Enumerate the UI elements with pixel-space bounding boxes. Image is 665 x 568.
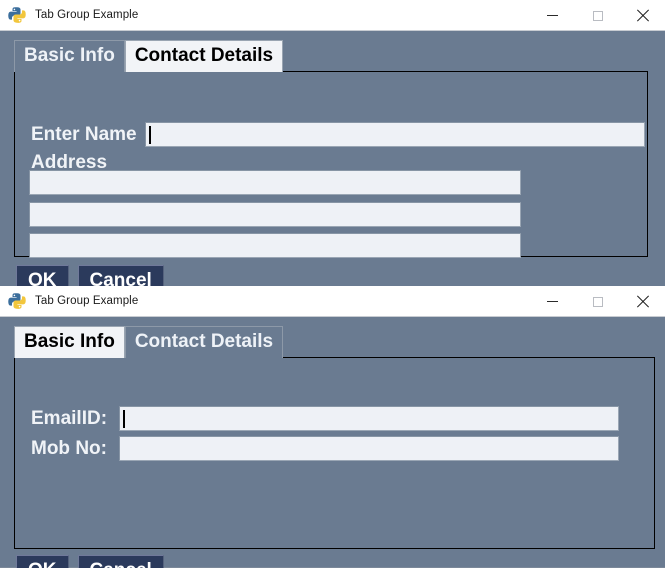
- field-row-enter-name: Enter Name: [31, 122, 645, 147]
- tabstrip-2: Basic Info Contact Details: [14, 326, 284, 358]
- window-body-2: Basic Info Contact Details EmailID: Mob …: [0, 317, 665, 568]
- desktop-screen: Tab Group Example Basic Info Contact Det…: [0, 0, 665, 568]
- window-body-1: Basic Info Contact Details Enter Name Ad…: [0, 31, 665, 286]
- minimize-icon: [547, 301, 558, 302]
- close-button[interactable]: [620, 0, 665, 31]
- maximize-icon: [592, 296, 603, 307]
- minimize-button[interactable]: [530, 286, 575, 317]
- maximize-button[interactable]: [575, 286, 620, 317]
- window-title: Tab Group Example: [35, 295, 139, 307]
- ok-button[interactable]: OK: [16, 265, 69, 286]
- maximize-button[interactable]: [575, 0, 620, 31]
- mob-no-label: Mob No:: [31, 437, 107, 459]
- emailid-label: EmailID:: [31, 407, 108, 429]
- tabstrip-1: Basic Info Contact Details: [14, 40, 284, 72]
- minimize-icon: [547, 15, 558, 16]
- python-logo-icon: [8, 6, 26, 24]
- field-row-emailid: EmailID:: [31, 406, 619, 431]
- emailid-input[interactable]: [119, 406, 619, 431]
- tab-contact-details[interactable]: Contact Details: [124, 40, 284, 72]
- text-caret: [149, 126, 151, 144]
- button-bar-1: OK Cancel: [16, 265, 164, 286]
- text-caret: [123, 410, 125, 428]
- tab-content-panel-basic-info: EmailID: Mob No:: [14, 357, 655, 549]
- cancel-button[interactable]: Cancel: [77, 265, 164, 286]
- titlebar-1[interactable]: Tab Group Example: [0, 0, 665, 31]
- tab-basic-info[interactable]: Basic Info: [14, 40, 125, 72]
- window-tab-group-example-2: Tab Group Example Basic Info Contact Det…: [0, 286, 665, 568]
- tab-contact-details[interactable]: Contact Details: [124, 326, 284, 358]
- tab-content-panel-contact-details: Enter Name Address: [14, 71, 648, 258]
- field-row-mob-no: Mob No:: [31, 436, 619, 461]
- titlebar-2[interactable]: Tab Group Example: [0, 286, 665, 317]
- ok-button[interactable]: OK: [16, 555, 69, 568]
- python-logo-icon: [8, 292, 26, 310]
- cancel-button[interactable]: Cancel: [77, 555, 164, 568]
- address-line-2-input[interactable]: [29, 202, 521, 227]
- window-controls-2: [530, 286, 665, 317]
- close-icon: [636, 9, 649, 22]
- maximize-icon: [592, 10, 603, 21]
- button-bar-2: OK Cancel: [16, 555, 164, 568]
- window-title: Tab Group Example: [35, 9, 139, 21]
- close-button[interactable]: [620, 286, 665, 317]
- address-line-1-input[interactable]: [29, 170, 521, 195]
- tab-basic-info[interactable]: Basic Info: [14, 326, 125, 358]
- enter-name-label: Enter Name: [31, 123, 137, 145]
- window-controls-1: [530, 0, 665, 31]
- window-tab-group-example-1: Tab Group Example Basic Info Contact Det…: [0, 0, 665, 286]
- address-line-3-input[interactable]: [29, 233, 521, 258]
- close-icon: [636, 295, 649, 308]
- minimize-button[interactable]: [530, 0, 575, 31]
- enter-name-input[interactable]: [145, 122, 645, 147]
- mob-no-input[interactable]: [119, 436, 619, 461]
